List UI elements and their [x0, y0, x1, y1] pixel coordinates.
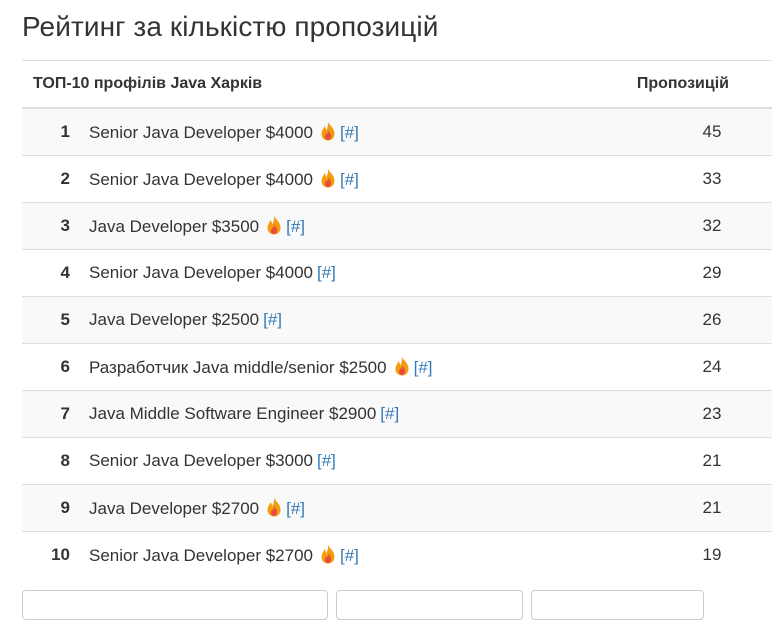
- row-title-cell: Senior Java Developer $4000 [#]: [89, 155, 630, 203]
- row-title: Senior Java Developer $4000: [89, 170, 313, 189]
- row-rank: 1: [22, 107, 89, 156]
- fire-icon: [320, 544, 336, 564]
- rating-table: ТОП-10 профілів Java Харків Пропозицій 1…: [22, 60, 772, 578]
- row-title: Senior Java Developer $4000: [89, 123, 313, 142]
- row-permalink[interactable]: [#]: [414, 358, 433, 377]
- row-count: 23: [630, 390, 772, 438]
- row-permalink[interactable]: [#]: [380, 404, 399, 423]
- table-row: 9 Java Developer $2700 [#] 21: [22, 484, 772, 532]
- page-title: Рейтинг за кількістю пропозицій: [22, 11, 439, 42]
- table-row: 10 Senior Java Developer $2700 [#] 19: [22, 531, 772, 578]
- fire-icon: [266, 215, 282, 235]
- table-header-row: ТОП-10 профілів Java Харків Пропозицій: [22, 60, 772, 109]
- table-row: 1 Senior Java Developer $4000 [#] 45: [22, 107, 772, 156]
- row-rank: 9: [22, 484, 89, 532]
- table-header-count: Пропозицій: [630, 60, 772, 109]
- row-title-cell: Senior Java Developer $2700 [#]: [89, 531, 630, 578]
- row-title-cell: Java Developer $2500 [#]: [89, 296, 630, 344]
- row-title: Разработчик Java middle/senior $2500: [89, 358, 387, 377]
- row-title-cell: Senior Java Developer $4000 [#]: [89, 249, 630, 297]
- row-permalink[interactable]: [#]: [340, 170, 359, 189]
- table-row: 5 Java Developer $2500 [#] 26: [22, 296, 772, 344]
- row-title-cell: Java Developer $3500 [#]: [89, 202, 630, 250]
- fire-icon: [266, 497, 282, 517]
- row-title: Senior Java Developer $3000: [89, 451, 313, 470]
- row-title: Java Developer $3500: [89, 217, 260, 236]
- row-title: Senior Java Developer $4000: [89, 263, 313, 282]
- table-row: 7 Java Middle Software Engineer $2900 [#] 2…: [22, 390, 772, 438]
- bottom-button-1[interactable]: [22, 590, 328, 620]
- bottom-button-2[interactable]: [336, 590, 523, 620]
- row-title: Java Developer $2700: [89, 499, 260, 518]
- row-rank: 5: [22, 296, 89, 344]
- row-permalink[interactable]: [#]: [340, 546, 359, 565]
- row-permalink[interactable]: [#]: [286, 499, 305, 518]
- row-count: 32: [630, 202, 772, 250]
- row-permalink[interactable]: [#]: [317, 263, 336, 282]
- row-rank: 3: [22, 202, 89, 250]
- bottom-button-3[interactable]: [531, 590, 704, 620]
- row-count: 21: [630, 437, 772, 485]
- row-count: 19: [630, 531, 772, 578]
- row-title-cell: Java Developer $2700 [#]: [89, 484, 630, 532]
- row-rank: 10: [22, 531, 89, 578]
- row-rank: 7: [22, 390, 89, 438]
- row-count: 21: [630, 484, 772, 532]
- row-rank: 6: [22, 343, 89, 391]
- fire-icon: [320, 121, 336, 141]
- row-count: 24: [630, 343, 772, 391]
- row-title-cell: Разработчик Java middle/senior $2500 [#]: [89, 343, 630, 391]
- fire-icon: [320, 168, 336, 188]
- row-count: 45: [630, 107, 772, 156]
- row-count: 29: [630, 249, 772, 297]
- row-permalink[interactable]: [#]: [286, 217, 305, 236]
- table-row: 8 Senior Java Developer $3000 [#] 21: [22, 437, 772, 485]
- bottom-button-bar: [22, 590, 704, 620]
- table-row: 6 Разработчик Java middle/senior $2500 [#]…: [22, 343, 772, 391]
- row-permalink[interactable]: [#]: [263, 310, 282, 329]
- fire-icon: [394, 356, 410, 376]
- row-rank: 4: [22, 249, 89, 297]
- row-title-cell: Senior Java Developer $3000 [#]: [89, 437, 630, 485]
- row-title-cell: Senior Java Developer $4000 [#]: [89, 107, 630, 156]
- table-row: 2 Senior Java Developer $4000 [#] 33: [22, 155, 772, 203]
- row-permalink[interactable]: [#]: [340, 123, 359, 142]
- row-title: Java Developer $2500: [89, 310, 260, 329]
- row-rank: 2: [22, 155, 89, 203]
- table-row: 3 Java Developer $3500 [#] 32: [22, 202, 772, 250]
- row-rank: 8: [22, 437, 89, 485]
- row-title: Java Middle Software Engineer $2900: [89, 404, 377, 423]
- row-title-cell: Java Middle Software Engineer $2900 [#]: [89, 390, 630, 438]
- table-header-title: ТОП-10 профілів Java Харків: [22, 60, 630, 109]
- row-count: 26: [630, 296, 772, 344]
- row-permalink[interactable]: [#]: [317, 451, 336, 470]
- row-title: Senior Java Developer $2700: [89, 546, 313, 565]
- row-count: 33: [630, 155, 772, 203]
- table-row: 4 Senior Java Developer $4000 [#] 29: [22, 249, 772, 297]
